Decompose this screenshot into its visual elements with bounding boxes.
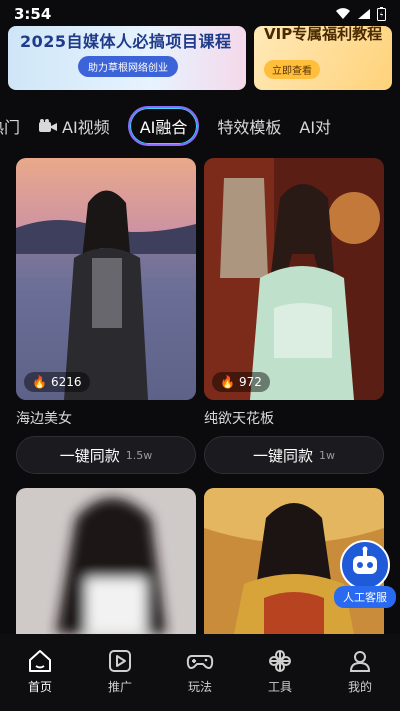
- category-tabs: 热门 AI视频 AI融合 特效模板 AI对: [0, 104, 400, 148]
- nav-label: 工具: [267, 680, 292, 694]
- play-square-icon: [109, 650, 131, 672]
- template-name: 纯欲天花板: [204, 411, 274, 427]
- wifi-icon: [336, 8, 350, 19]
- nav-label: 推广: [107, 680, 132, 694]
- gamepad-icon: [186, 655, 214, 669]
- customer-service-button[interactable]: 人工客服: [334, 540, 396, 610]
- use-template-label: 一键同款: [59, 446, 120, 465]
- customer-service-label: 人工客服: [334, 586, 396, 608]
- portrait-image: [16, 488, 196, 634]
- tab-ai-chat[interactable]: AI对: [299, 114, 331, 138]
- banner-title: VIP专属福利教程: [264, 26, 383, 43]
- course-banner[interactable]: 2025自媒体人必搞项目课程 助力草根网络创业: [8, 26, 246, 90]
- robot-icon: [340, 540, 390, 590]
- template-thumbnail[interactable]: 🔥 972: [204, 158, 384, 400]
- template-card[interactable]: 🔥 6216 海边美女 一键同款 1.5w: [16, 158, 196, 474]
- use-template-button[interactable]: 一键同款 1.5w: [16, 436, 196, 474]
- status-bar: 3:54: [0, 0, 400, 28]
- status-time: 3:54: [14, 5, 52, 23]
- use-template-label: 一键同款: [252, 446, 313, 465]
- use-count: 1.5w: [125, 448, 153, 462]
- template-thumbnail[interactable]: [16, 488, 196, 634]
- nav-label: 首页: [27, 680, 52, 694]
- nav-tools[interactable]: 工具: [248, 648, 312, 695]
- signal-icon: [358, 9, 370, 19]
- tab-ai-video[interactable]: AI视频: [38, 114, 110, 138]
- fire-icon: 🔥: [32, 375, 47, 389]
- video-camera-icon: [39, 119, 58, 132]
- portrait-image: [204, 158, 384, 400]
- tab-ai-fusion[interactable]: AI融合: [127, 106, 200, 146]
- template-card[interactable]: [16, 488, 196, 634]
- likes-count: 6216: [50, 375, 82, 389]
- nav-home[interactable]: 首页: [8, 648, 72, 695]
- tools-icon: [269, 650, 291, 672]
- likes-badge: 🔥 972: [212, 372, 270, 392]
- bottom-nav: 首页 推广 玩法 工具 我的: [0, 634, 400, 711]
- tab-label: 特效模板: [217, 118, 282, 137]
- tab-label: AI视频: [62, 118, 110, 137]
- nav-promote[interactable]: 推广: [88, 648, 152, 695]
- banner-title: 2025自媒体人必搞项目课程: [20, 32, 232, 51]
- portrait-image: [16, 158, 196, 400]
- template-thumbnail[interactable]: 🔥 6216: [16, 158, 196, 400]
- template-card[interactable]: 🔥 972 纯欲天花板 一键同款 1w: [204, 158, 384, 474]
- tab-hot[interactable]: 热门: [0, 114, 20, 138]
- banner-cta: 助力草根网络创业: [78, 56, 178, 77]
- status-icons: [335, 7, 386, 21]
- nav-label: 玩法: [187, 680, 212, 694]
- use-count: 1w: [319, 448, 335, 462]
- tab-label: AI对: [299, 118, 332, 137]
- vip-banner[interactable]: VIP专属福利教程 立即查看: [254, 26, 392, 90]
- nav-label: 我的: [347, 680, 372, 694]
- likes-count: 972: [238, 375, 262, 389]
- user-icon: [349, 651, 371, 672]
- tab-effects[interactable]: 特效模板: [217, 114, 281, 138]
- home-icon: [29, 650, 51, 672]
- likes-badge: 🔥 6216: [24, 372, 90, 392]
- nav-mine[interactable]: 我的: [328, 648, 392, 695]
- use-template-button[interactable]: 一键同款 1w: [204, 436, 384, 474]
- nav-play[interactable]: 玩法: [168, 648, 232, 695]
- fire-icon: 🔥: [220, 375, 235, 389]
- template-name: 海边美女: [16, 411, 72, 427]
- tab-label: 热门: [0, 118, 21, 137]
- battery-icon: [377, 7, 386, 21]
- banner-cta[interactable]: 立即查看: [264, 60, 320, 79]
- banner-carousel: 2025自媒体人必搞项目课程 助力草根网络创业 VIP专属福利教程 立即查看: [0, 26, 400, 96]
- tab-label: AI融合: [139, 118, 188, 137]
